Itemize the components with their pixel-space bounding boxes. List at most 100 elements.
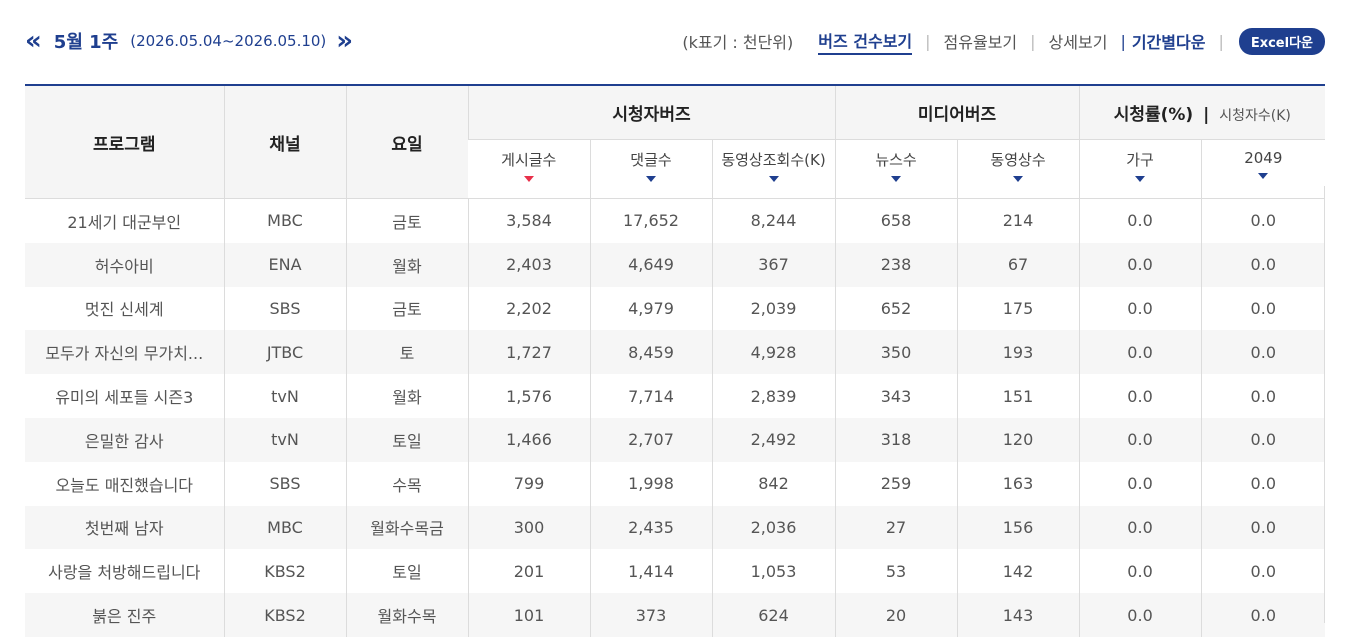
period-download-link[interactable]: 기간별다운 bbox=[1132, 29, 1206, 53]
videos-cell: 175 bbox=[956, 286, 1080, 331]
table-row[interactable]: 은밀한 감사 tvN 토일 1,466 2,707 2,492 318 120 0.0 0.0 bbox=[25, 417, 1326, 462]
videos-cell: 193 bbox=[956, 330, 1080, 375]
table-row[interactable]: 모두가 자신의 무가치... JTBC 토 1,727 8,459 4,928 350 193… bbox=[25, 330, 1326, 375]
table-row[interactable]: 사랑을 처방해드립니다 KBS2 토일 201 1,414 1,053 53 142 0.0 0.… bbox=[25, 549, 1326, 594]
posts-cell: 799 bbox=[467, 461, 590, 506]
age2049-rating-cell: 0.0 bbox=[1200, 593, 1326, 637]
video-views-cell: 2,492 bbox=[711, 417, 836, 462]
age2049-rating-cell: 0.0 bbox=[1200, 461, 1326, 506]
viewers-count-toggle[interactable]: 시청자수(K) bbox=[1219, 108, 1291, 124]
news-cell: 238 bbox=[834, 242, 958, 287]
posts-label: 게시글수 bbox=[501, 151, 557, 169]
table-right-border bbox=[1324, 186, 1325, 623]
posts-cell: 1,727 bbox=[467, 330, 590, 375]
program-cell[interactable]: 사랑을 처방해드립니다 bbox=[25, 549, 224, 594]
posts-cell: 300 bbox=[467, 505, 590, 550]
household-rating-cell: 0.0 bbox=[1078, 593, 1202, 637]
news-cell: 259 bbox=[834, 461, 958, 506]
videos-label: 동영상수 bbox=[990, 151, 1046, 169]
program-cell[interactable]: 21세기 대군부인 bbox=[25, 198, 224, 243]
unit-note: (k표기 : 천단위) bbox=[682, 33, 794, 52]
sort-desc-icon[interactable] bbox=[646, 176, 656, 182]
viewer-buzz-header: 시청자버즈 bbox=[467, 84, 836, 140]
news-cell: 350 bbox=[834, 330, 958, 375]
posts-subheader[interactable]: 게시글수 bbox=[468, 139, 590, 199]
ratings-separator: | bbox=[1203, 105, 1210, 125]
table-row[interactable]: 첫번째 남자 MBC 월화수목금 300 2,435 2,036 27 156 0.0 0.0 bbox=[25, 505, 1326, 550]
household-rating-cell: 0.0 bbox=[1078, 549, 1202, 594]
program-cell[interactable]: 모두가 자신의 무가치... bbox=[25, 330, 224, 375]
news-cell: 20 bbox=[834, 593, 958, 637]
news-cell: 343 bbox=[834, 374, 958, 418]
program-cell[interactable]: 첫번째 남자 bbox=[25, 505, 224, 550]
video-views-label: 동영상조회수(K) bbox=[721, 151, 826, 169]
age2049-subheader[interactable]: 2049 bbox=[1200, 139, 1326, 199]
day-cell: 수목 bbox=[345, 461, 468, 506]
top-bar: « 5월 1주 (2026.05.04~2026.05.10) » (k표기 :… bbox=[0, 0, 1351, 84]
detail-view-link[interactable]: 상세보기 bbox=[1049, 29, 1108, 53]
sort-desc-icon[interactable] bbox=[768, 176, 779, 182]
week-date-range: (2026.05.04~2026.05.10) bbox=[130, 32, 327, 50]
video-views-cell: 1,053 bbox=[711, 549, 836, 594]
program-cell[interactable]: 허수아비 bbox=[25, 242, 224, 287]
separator: | bbox=[1120, 31, 1126, 51]
video-views-cell: 367 bbox=[711, 242, 836, 287]
separator: | bbox=[925, 31, 931, 51]
table-row[interactable]: 오늘도 매진했습니다 SBS 수목 799 1,998 842 259 163 0.0 0.0 bbox=[25, 461, 1326, 506]
household-rating-cell: 0.0 bbox=[1078, 286, 1202, 331]
channel-cell: JTBC bbox=[223, 330, 346, 375]
program-cell[interactable]: 오늘도 매진했습니다 bbox=[25, 461, 224, 506]
channel-cell: ENA bbox=[223, 242, 346, 287]
sort-desc-icon[interactable] bbox=[523, 176, 534, 182]
channel-cell: KBS2 bbox=[223, 593, 346, 637]
week-navigator: « 5월 1주 (2026.05.04~2026.05.10) » bbox=[25, 27, 353, 55]
table-row[interactable]: 21세기 대군부인 MBC 금토 3,584 17,652 8,244 658 214 0.0 0… bbox=[25, 198, 1326, 243]
videos-subheader[interactable]: 동영상수 bbox=[956, 139, 1080, 199]
table-row[interactable]: 멋진 신세계 SBS 금토 2,202 4,979 2,039 652 175 0.0 0.0 bbox=[25, 286, 1326, 331]
program-cell[interactable]: 은밀한 감사 bbox=[25, 417, 224, 462]
news-subheader[interactable]: 뉴스수 bbox=[834, 139, 958, 199]
program-cell[interactable]: 멋진 신세계 bbox=[25, 286, 224, 331]
buzz-count-view-link[interactable]: 버즈 건수보기 bbox=[818, 28, 913, 55]
program-cell[interactable]: 붉은 진주 bbox=[25, 593, 224, 637]
video-views-subheader[interactable]: 동영상조회수(K) bbox=[711, 139, 836, 199]
household-subheader[interactable]: 가구 bbox=[1078, 139, 1202, 199]
channel-cell: SBS bbox=[223, 461, 346, 506]
table-row[interactable]: 유미의 세포들 시즌3 tvN 월화 1,576 7,714 2,839 343 151 0.0… bbox=[25, 374, 1326, 418]
age2049-rating-cell: 0.0 bbox=[1200, 198, 1326, 243]
sort-desc-icon[interactable] bbox=[1013, 176, 1024, 182]
videos-cell: 163 bbox=[956, 461, 1080, 506]
news-cell: 652 bbox=[834, 286, 958, 331]
ratings-header: 시청률(%) | 시청자수(K) bbox=[1078, 84, 1326, 140]
videos-cell: 67 bbox=[956, 242, 1080, 287]
table-row[interactable]: 붉은 진주 KBS2 월화수목 101 373 624 20 143 0.0 0.0 bbox=[25, 593, 1326, 637]
comments-subheader[interactable]: 댓글수 bbox=[589, 139, 712, 199]
excel-download-button[interactable]: Excel다운 bbox=[1238, 27, 1325, 55]
prev-week-icon[interactable]: « bbox=[25, 28, 42, 54]
sort-desc-icon[interactable] bbox=[1135, 176, 1146, 182]
program-header: 프로그램 bbox=[25, 84, 224, 199]
day-cell: 토일 bbox=[345, 549, 468, 594]
next-week-icon[interactable]: » bbox=[336, 28, 353, 54]
day-cell: 월화 bbox=[345, 374, 468, 418]
comments-cell: 7,714 bbox=[589, 374, 712, 418]
household-rating-cell: 0.0 bbox=[1078, 505, 1202, 550]
household-rating-cell: 0.0 bbox=[1078, 374, 1202, 418]
buzz-ranking-table: 프로그램 채널 요일 시청자버즈 미디어버즈 시청률(%) | 시청자수(K) … bbox=[25, 84, 1326, 637]
day-cell: 금토 bbox=[345, 286, 468, 331]
day-cell: 토 bbox=[345, 330, 468, 375]
household-label: 가구 bbox=[1126, 151, 1154, 169]
videos-cell: 156 bbox=[956, 505, 1080, 550]
table-row[interactable]: 허수아비 ENA 월화 2,403 4,649 367 238 67 0.0 0.0 bbox=[25, 242, 1326, 287]
video-views-cell: 2,039 bbox=[711, 286, 836, 331]
age2049-rating-cell: 0.0 bbox=[1200, 374, 1326, 418]
comments-cell: 17,652 bbox=[589, 198, 712, 243]
comments-cell: 4,979 bbox=[589, 286, 712, 331]
program-cell[interactable]: 유미의 세포들 시즌3 bbox=[25, 374, 224, 418]
sort-desc-icon[interactable] bbox=[891, 176, 902, 182]
day-cell: 월화수목 bbox=[345, 593, 468, 637]
sort-desc-icon[interactable] bbox=[1258, 173, 1269, 179]
channel-cell: tvN bbox=[223, 374, 346, 418]
share-view-link[interactable]: 점유율보기 bbox=[944, 29, 1018, 53]
household-rating-cell: 0.0 bbox=[1078, 198, 1202, 243]
